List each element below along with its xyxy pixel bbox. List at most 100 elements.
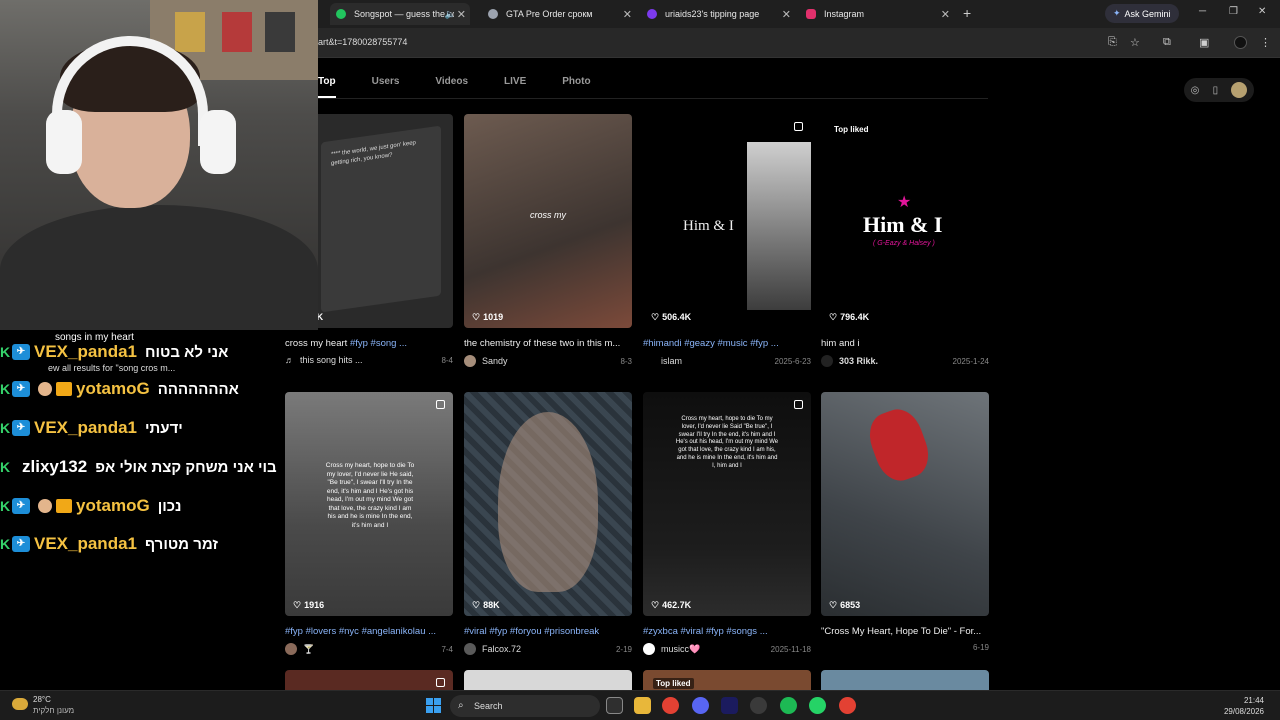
- video-caption[interactable]: #zyxbca #viral #fyp #songs ...: [643, 626, 811, 637]
- video-thumbnail[interactable]: ♡ 88K: [464, 392, 632, 616]
- phone-icon[interactable]: ▯: [1213, 85, 1219, 96]
- video-card[interactable]: Cross my heart, hope to die To my lover,…: [285, 392, 453, 655]
- video-card[interactable]: cross my ♡ 1019 the chemistry of these tw…: [464, 114, 632, 367]
- ask-gemini-button[interactable]: ✦ Ask Gemini: [1105, 4, 1179, 23]
- search-label: Search: [474, 701, 503, 711]
- new-tab-button[interactable]: +: [963, 5, 971, 21]
- tab-users[interactable]: Users: [372, 76, 400, 98]
- premiere-icon[interactable]: [721, 697, 738, 714]
- weather-description[interactable]: מעונן חלקית: [33, 706, 74, 715]
- user-avatar[interactable]: [1231, 82, 1248, 98]
- video-card[interactable]: Him & I ♡ 506.4K #himandi #geazy #music #…: [643, 114, 811, 367]
- author-avatar[interactable]: [464, 643, 476, 655]
- video-caption[interactable]: cross my heart #fyp #song ...: [285, 338, 453, 349]
- chat-username: VEX_panda1: [34, 418, 137, 437]
- author-name[interactable]: Falcox.72: [482, 644, 521, 654]
- video-caption[interactable]: #himandi #geazy #music #fyp ...: [643, 338, 811, 349]
- video-thumbnail[interactable]: [821, 670, 989, 690]
- video-thumbnail[interactable]: Top liked: [643, 670, 811, 690]
- author-name[interactable]: islam: [661, 356, 682, 366]
- video-meta: islam 2025-6-23: [643, 355, 811, 367]
- tab-tipping[interactable]: uriaids23's tipping page ✕: [647, 3, 795, 25]
- video-thumbnail[interactable]: [285, 670, 453, 690]
- like-count: ♡ 1916: [293, 600, 325, 610]
- windows-start-icon[interactable]: [426, 698, 441, 713]
- lyric-overlay: Cross my heart, hope to die To my lover,…: [675, 416, 779, 469]
- author-name[interactable]: 303 Rikk.: [839, 356, 878, 366]
- tab-photo[interactable]: Photo: [562, 76, 590, 98]
- video-meta: musicc🩷 2025-11-18: [643, 643, 811, 655]
- weather-cloud-icon[interactable]: [12, 698, 28, 710]
- task-view-icon[interactable]: [606, 697, 623, 714]
- video-thumbnail[interactable]: Top liked ★ Him & I ( G-Eazy & Halsey ) …: [821, 114, 989, 328]
- discord-icon[interactable]: [692, 697, 709, 714]
- video-thumbnail[interactable]: Him & I ♡ 506.4K: [643, 114, 811, 328]
- tab-top[interactable]: Top: [318, 76, 336, 98]
- bookmark-star-icon[interactable]: ☆: [1130, 36, 1140, 49]
- chrome-secondary-icon[interactable]: [839, 697, 856, 714]
- profile-avatar[interactable]: [1234, 36, 1247, 49]
- video-thumbnail[interactable]: cross my ♡ 1019: [464, 114, 632, 328]
- minimize-icon[interactable]: ─: [1199, 6, 1206, 17]
- video-card[interactable]: ♡ 88K #viral #fyp #foryou #prisonbreak Fa…: [464, 392, 632, 655]
- video-thumbnail[interactable]: [464, 670, 632, 690]
- video-card[interactable]: [821, 670, 989, 690]
- video-card[interactable]: [285, 670, 453, 690]
- chat-text: ידעתי: [145, 419, 183, 437]
- close-tab-icon[interactable]: ✕: [457, 8, 466, 21]
- close-tab-icon[interactable]: ✕: [941, 8, 950, 21]
- menu-kebab-icon[interactable]: ⋮: [1260, 36, 1271, 49]
- whatsapp-icon[interactable]: [809, 697, 826, 714]
- video-caption[interactable]: the chemistry of these two in this m...: [464, 338, 632, 349]
- chrome-icon[interactable]: [662, 697, 679, 714]
- speaker-icon[interactable]: 🔈: [445, 9, 456, 20]
- author-avatar[interactable]: [464, 355, 476, 367]
- video-caption[interactable]: "Cross My Heart, Hope To Die" - For...: [821, 626, 989, 637]
- video-thumbnail[interactable]: Cross my heart, hope to die To my lover,…: [285, 392, 453, 616]
- chat-username: VEX_panda1: [34, 534, 137, 553]
- compass-icon[interactable]: ◎: [1191, 85, 1200, 96]
- close-tab-icon[interactable]: ✕: [623, 8, 632, 21]
- obs-icon[interactable]: [750, 697, 767, 714]
- video-meta: Falcox.72 2-19: [464, 643, 632, 655]
- tipping-favicon-icon: [647, 9, 657, 19]
- tab-instagram[interactable]: Instagram ✕: [806, 3, 954, 25]
- restore-icon[interactable]: ❐: [1229, 6, 1238, 17]
- weather-temperature[interactable]: 28°C: [33, 695, 51, 704]
- video-card[interactable]: Top liked: [643, 670, 811, 690]
- author-name[interactable]: this song hits ...: [300, 355, 363, 365]
- system-clock[interactable]: 21:44 29/08/2026: [1224, 695, 1264, 717]
- author-name[interactable]: Sandy: [482, 356, 508, 366]
- tab-videos[interactable]: Videos: [435, 76, 468, 98]
- video-caption[interactable]: #viral #fyp #foryou #prisonbreak: [464, 626, 632, 637]
- spotify-icon[interactable]: [780, 697, 797, 714]
- video-card[interactable]: Cross my heart, hope to die To my lover,…: [643, 392, 811, 655]
- video-card[interactable]: Top liked ★ Him & I ( G-Eazy & Halsey ) …: [821, 114, 989, 367]
- author-avatar[interactable]: [643, 643, 655, 655]
- file-explorer-icon[interactable]: [634, 697, 651, 714]
- video-caption[interactable]: him and i: [821, 338, 989, 349]
- tab-live[interactable]: LIVE: [504, 76, 526, 98]
- taskbar-search[interactable]: ⌕ Search: [450, 695, 600, 717]
- chat-message: K ✈ VEX_panda1 אני לא בטוח: [0, 341, 228, 363]
- author-avatar[interactable]: [643, 355, 655, 367]
- tab-songspot[interactable]: Songspot — guess the song 🔈 ✕: [330, 3, 470, 25]
- author-avatar[interactable]: [821, 355, 833, 367]
- twitch-badge-icon: ✈: [12, 420, 30, 436]
- install-app-icon[interactable]: ⎘: [1108, 36, 1117, 49]
- video-caption[interactable]: #fyp #lovers #nyc #angelanikolau ...: [285, 626, 453, 637]
- video-card[interactable]: [464, 670, 632, 690]
- url-field[interactable]: art&t=1780028755774: [318, 37, 407, 47]
- video-card[interactable]: ♡ 6853 "Cross My Heart, Hope To Die" - Fo…: [821, 392, 989, 652]
- video-meta: 🍸 7-4: [285, 643, 453, 655]
- close-tab-icon[interactable]: ✕: [782, 8, 791, 21]
- video-thumbnail[interactable]: Cross my heart, hope to die To my lover,…: [643, 392, 811, 616]
- tab-gta[interactable]: GTA Pre Order срокм ✕: [488, 3, 636, 25]
- author-avatar[interactable]: [285, 643, 297, 655]
- author-name[interactable]: musicc🩷: [661, 644, 700, 655]
- gta-favicon-icon: [488, 9, 498, 19]
- video-thumbnail[interactable]: ♡ 6853: [821, 392, 989, 616]
- close-window-icon[interactable]: ✕: [1258, 6, 1266, 17]
- side-panel-icon[interactable]: ▣: [1199, 36, 1209, 49]
- extensions-icon[interactable]: ⧉: [1163, 36, 1171, 49]
